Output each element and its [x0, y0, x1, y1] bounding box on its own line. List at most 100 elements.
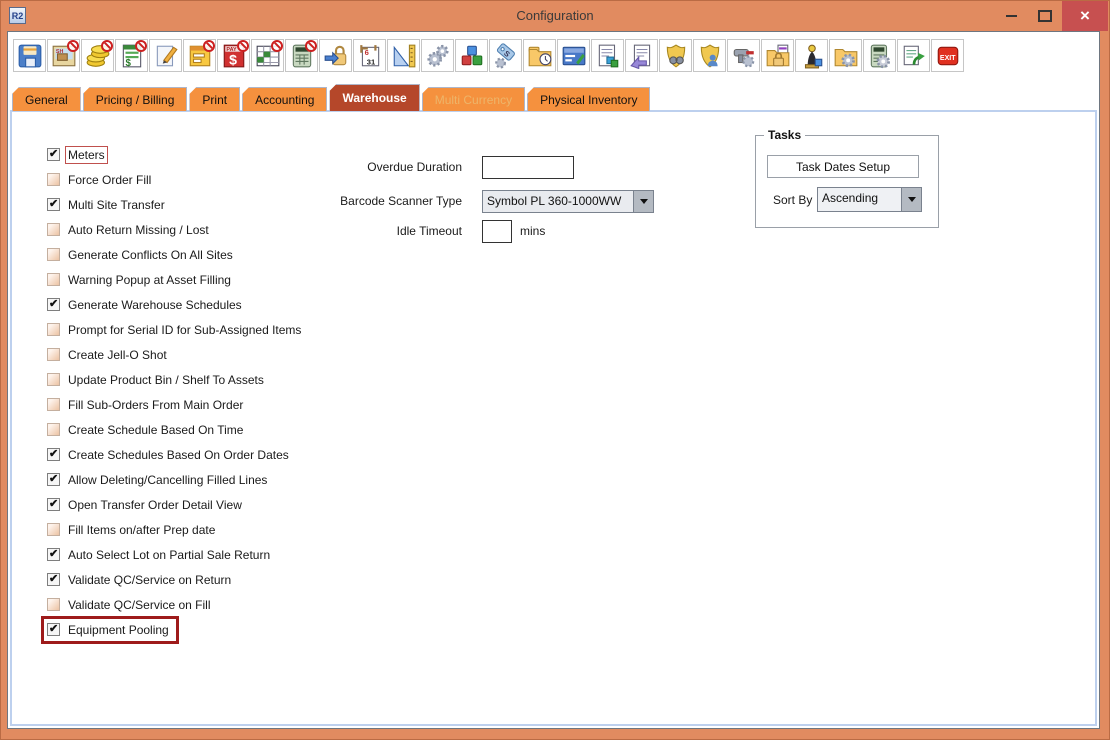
- folder-settings-icon: [833, 43, 859, 69]
- measure-ruler-button[interactable]: [387, 39, 420, 72]
- maximize-button[interactable]: [1028, 1, 1062, 31]
- export-document-button[interactable]: [897, 39, 930, 72]
- secure-folder-button[interactable]: [761, 39, 794, 72]
- annotation-highlight: Equipment Pooling: [45, 620, 175, 640]
- window-controls: ×: [994, 1, 1108, 31]
- coins-button[interactable]: [81, 39, 114, 72]
- calculator-settings-button[interactable]: [863, 39, 896, 72]
- tab-accounting[interactable]: Accounting: [242, 87, 327, 111]
- checkbox-box[interactable]: [47, 198, 60, 211]
- checkbox-label: Auto Select Lot on Partial Sale Return: [66, 547, 272, 563]
- checkbox-box[interactable]: [47, 323, 60, 336]
- grid-sheet-button[interactable]: [251, 39, 284, 72]
- idle-timeout-input[interactable]: [482, 220, 512, 243]
- checkbox-item-generate-conflicts-on-all-sites[interactable]: Generate Conflicts On All Sites: [45, 242, 307, 267]
- checkbox-box[interactable]: [47, 373, 60, 386]
- checkbox-box[interactable]: [47, 398, 60, 411]
- checkbox-item-update-product-bin-shelf-to-assets[interactable]: Update Product Bin / Shelf To Assets: [45, 367, 307, 392]
- payment-button[interactable]: PAY$: [217, 39, 250, 72]
- edit-document-button[interactable]: [149, 39, 182, 72]
- security-user-button[interactable]: [693, 39, 726, 72]
- exit-button[interactable]: EXIT: [931, 39, 964, 72]
- checkbox-box[interactable]: [47, 548, 60, 561]
- checkbox-wrap: Generate Conflicts On All Sites: [45, 245, 239, 265]
- task-dates-setup-button[interactable]: Task Dates Setup: [767, 155, 919, 178]
- checkbox-item-validate-qc-service-on-return[interactable]: Validate QC/Service on Return: [45, 567, 307, 592]
- form-edit-button[interactable]: [557, 39, 590, 72]
- checkbox-label: Validate QC/Service on Fill: [66, 597, 213, 613]
- tab-print[interactable]: Print: [189, 87, 240, 111]
- save-button[interactable]: [13, 39, 46, 72]
- color-cubes-button[interactable]: [455, 39, 488, 72]
- checkbox-item-create-jell-o-shot[interactable]: Create Jell-O Shot: [45, 342, 307, 367]
- calendar-button[interactable]: 631: [353, 39, 386, 72]
- sort-by-dropdown-arrow[interactable]: [901, 188, 921, 211]
- checkbox-wrap: Open Transfer Order Detail View: [45, 495, 248, 515]
- folder-settings-button[interactable]: [829, 39, 862, 72]
- document-components-button[interactable]: [591, 39, 624, 72]
- scanner-setup-button[interactable]: [727, 39, 760, 72]
- checkbox-box[interactable]: [47, 573, 60, 586]
- checkbox-box[interactable]: [47, 473, 60, 486]
- chevron-down-icon: [908, 197, 916, 202]
- checkbox-item-warning-popup-at-asset-filling[interactable]: Warning Popup at Asset Filling: [45, 267, 307, 292]
- checkbox-label: Allow Deleting/Cancelling Filled Lines: [66, 472, 269, 488]
- checkbox-box[interactable]: [47, 348, 60, 361]
- checkbox-wrap: Multi Site Transfer: [45, 195, 171, 215]
- checkbox-box[interactable]: [47, 223, 60, 236]
- checkbox-item-fill-items-on-after-prep-date[interactable]: Fill Items on/after Prep date: [45, 517, 307, 542]
- checkbox-box[interactable]: [47, 173, 60, 186]
- gears-icon: [425, 43, 451, 69]
- checkbox-box[interactable]: [47, 523, 60, 536]
- checkbox-box[interactable]: [47, 148, 60, 161]
- tab-warehouse[interactable]: Warehouse: [329, 84, 419, 111]
- exit-icon: EXIT: [935, 43, 961, 69]
- checkbox-wrap: Create Schedule Based On Time: [45, 420, 249, 440]
- gears-button[interactable]: [421, 39, 454, 72]
- sort-by-select[interactable]: Ascending: [817, 187, 922, 212]
- login-lock-button[interactable]: [319, 39, 352, 72]
- tab-physical-inventory[interactable]: Physical Inventory: [527, 87, 650, 111]
- checkbox-item-generate-warehouse-schedules[interactable]: Generate Warehouse Schedules: [45, 292, 307, 317]
- checkbox-box[interactable]: [47, 623, 60, 636]
- checkbox-item-allow-deleting-cancelling-filled-lines[interactable]: Allow Deleting/Cancelling Filled Lines: [45, 467, 307, 492]
- checkbox-item-auto-select-lot-on-partial-sale-return[interactable]: Auto Select Lot on Partial Sale Return: [45, 542, 307, 567]
- checkbox-item-create-schedules-based-on-order-dates[interactable]: Create Schedules Based On Order Dates: [45, 442, 307, 467]
- checkbox-box[interactable]: [47, 273, 60, 286]
- security-user-icon: [697, 43, 723, 69]
- color-cubes-icon: [459, 43, 485, 69]
- folder-history-button[interactable]: [523, 39, 556, 72]
- checkbox-item-equipment-pooling[interactable]: Equipment Pooling: [45, 617, 307, 642]
- barcode-scanner-type-value: Symbol PL 360-1000WW: [483, 191, 633, 212]
- checkbox-item-fill-sub-orders-from-main-order[interactable]: Fill Sub-Orders From Main Order: [45, 392, 307, 417]
- checkbox-label: Open Transfer Order Detail View: [66, 497, 244, 513]
- checkbox-item-open-transfer-order-detail-view[interactable]: Open Transfer Order Detail View: [45, 492, 307, 517]
- security-search-button[interactable]: [659, 39, 692, 72]
- price-tag-gear-button[interactable]: S: [489, 39, 522, 72]
- close-button[interactable]: ×: [1062, 1, 1108, 31]
- checkbox-box[interactable]: [47, 598, 60, 611]
- checkbox-box[interactable]: [47, 248, 60, 261]
- checkbox-box[interactable]: [47, 423, 60, 436]
- tab-general[interactable]: General: [12, 87, 81, 111]
- shipping-order-button[interactable]: SH: [47, 39, 80, 72]
- checkbox-box[interactable]: [47, 448, 60, 461]
- asset-figure-button[interactable]: [795, 39, 828, 72]
- checkbox-item-prompt-for-serial-id-for-sub-assigned-items[interactable]: Prompt for Serial ID for Sub-Assigned It…: [45, 317, 307, 342]
- calculator-button[interactable]: [285, 39, 318, 72]
- overdue-duration-input[interactable]: [482, 156, 574, 179]
- document-import-button[interactable]: [625, 39, 658, 72]
- checkbox-wrap: Prompt for Serial ID for Sub-Assigned It…: [45, 320, 307, 340]
- checkbox-item-validate-qc-service-on-fill[interactable]: Validate QC/Service on Fill: [45, 592, 307, 617]
- tab-pricing-billing[interactable]: Pricing / Billing: [83, 87, 188, 111]
- invoice-button[interactable]: $: [115, 39, 148, 72]
- barcode-scanner-dropdown-arrow[interactable]: [633, 191, 653, 212]
- checkbox-item-create-schedule-based-on-time[interactable]: Create Schedule Based On Time: [45, 417, 307, 442]
- checkbox-wrap: Warning Popup at Asset Filling: [45, 270, 237, 290]
- minimize-button[interactable]: [994, 1, 1028, 31]
- checkbox-box[interactable]: [47, 498, 60, 511]
- checkbox-wrap: Create Schedules Based On Order Dates: [45, 445, 295, 465]
- checkbox-box[interactable]: [47, 298, 60, 311]
- order-form-button[interactable]: [183, 39, 216, 72]
- barcode-scanner-type-select[interactable]: Symbol PL 360-1000WW: [482, 190, 654, 213]
